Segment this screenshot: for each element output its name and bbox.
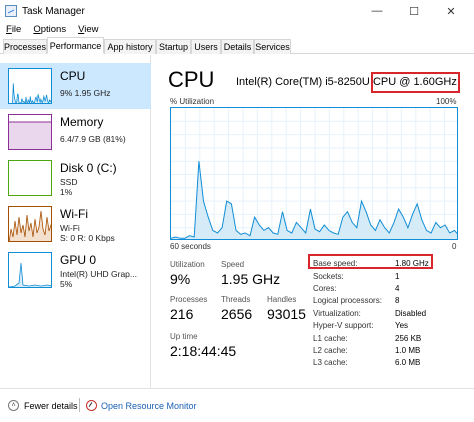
handles-label: Handles bbox=[267, 295, 297, 304]
tab-performance[interactable]: Performance bbox=[47, 37, 104, 54]
sidebar-item-label: Disk 0 (C:) bbox=[60, 161, 117, 175]
fewer-details-button[interactable]: ˄ Fewer details bbox=[8, 400, 78, 411]
utilization-value: 9% bbox=[170, 271, 191, 287]
title-bar: Task Manager — ☐ ✕ bbox=[0, 0, 474, 22]
gpu-thumbnail-line bbox=[9, 262, 51, 287]
spec-label: L3 cache: bbox=[313, 358, 348, 367]
chevron-up-icon: ˄ bbox=[8, 400, 19, 411]
tab-users[interactable]: Users bbox=[191, 39, 221, 54]
spec-value: 4 bbox=[395, 284, 400, 293]
speed-value: 1.95 GHz bbox=[221, 271, 281, 287]
uptime-value: 2:18:44:45 bbox=[170, 343, 237, 359]
sidebar-item-detail: S: 0 R: 0 Kbps bbox=[60, 233, 115, 243]
close-button[interactable]: ✕ bbox=[436, 0, 466, 22]
window-title: Task Manager bbox=[22, 5, 85, 17]
footer-divider bbox=[79, 398, 80, 412]
spec-label: Logical processors: bbox=[313, 296, 382, 305]
menu-view-label: iew bbox=[84, 24, 99, 35]
sidebar-item-wifi[interactable]: Wi-Fi Wi-Fi S: 0 R: 0 Kbps bbox=[0, 201, 151, 247]
spec-value: 1 bbox=[395, 272, 400, 281]
processes-value: 216 bbox=[170, 306, 194, 322]
cpu-utilization-graph bbox=[170, 107, 458, 240]
sidebar-item-detail: Wi-Fi bbox=[60, 223, 80, 233]
memory-thumbnail-fill bbox=[9, 122, 51, 149]
sidebar-item-detail: SSD bbox=[60, 177, 78, 187]
processes-label: Processes bbox=[170, 295, 208, 304]
sidebar-item-detail: 5% bbox=[60, 279, 73, 289]
sidebar-item-detail: 9% 1.95 GHz bbox=[60, 88, 111, 98]
tab-services[interactable]: Services bbox=[254, 39, 291, 54]
threads-value: 2656 bbox=[221, 306, 253, 322]
sidebar-item-label: GPU 0 bbox=[60, 253, 97, 267]
menu-options-label: ptions bbox=[40, 24, 67, 35]
cpu-thumbnail-line bbox=[12, 83, 51, 103]
speed-label: Speed bbox=[221, 260, 245, 269]
wifi-thumbnail bbox=[8, 206, 52, 242]
spec-label: Virtualization: bbox=[313, 309, 361, 318]
spec-label: Hyper-V support: bbox=[313, 321, 374, 330]
fewer-details-label: Fewer details bbox=[24, 400, 78, 411]
sidebar-item-label: Memory bbox=[60, 115, 104, 129]
threads-label: Threads bbox=[221, 295, 251, 304]
maximize-button[interactable]: ☐ bbox=[399, 0, 429, 22]
wifi-thumbnail-line bbox=[9, 210, 51, 241]
page-title: CPU bbox=[168, 67, 215, 92]
graph-ymax: 100% bbox=[436, 97, 457, 106]
task-manager-app-icon bbox=[5, 5, 17, 17]
open-resource-monitor-link[interactable]: Open Resource Monitor bbox=[86, 400, 197, 411]
spec-label: Sockets: bbox=[313, 272, 344, 281]
sidebar-item-label: CPU bbox=[60, 69, 86, 83]
gpu-thumbnail bbox=[8, 252, 52, 288]
sidebar-item-cpu[interactable]: CPU 9% 1.95 GHz bbox=[0, 63, 151, 109]
graph-ylabel: % Utilization bbox=[170, 97, 215, 106]
handles-value: 93015 bbox=[267, 306, 306, 322]
spec-label: L2 cache: bbox=[313, 346, 348, 355]
spec-value: 8 bbox=[395, 296, 400, 305]
tab-processes[interactable]: Processes bbox=[3, 39, 47, 54]
sidebar-item-detail: 1% bbox=[60, 187, 73, 197]
sidebar-item-detail: Intel(R) UHD Grap... bbox=[60, 269, 137, 279]
resource-sidebar: CPU 9% 1.95 GHz Memory 6.4/7.9 GB (81%) … bbox=[0, 55, 151, 388]
menu-file[interactable]: File bbox=[6, 24, 21, 35]
footer-bar: ˄ Fewer details Open Resource Monitor bbox=[0, 388, 474, 422]
open-resource-monitor-label: Open Resource Monitor bbox=[101, 400, 197, 411]
sidebar-item-disk[interactable]: Disk 0 (C:) SSD 1% bbox=[0, 155, 151, 201]
spec-label: Cores: bbox=[313, 284, 337, 293]
uptime-label: Up time bbox=[170, 332, 198, 341]
resource-monitor-icon bbox=[86, 400, 97, 411]
sidebar-item-gpu[interactable]: GPU 0 Intel(R) UHD Grap... 5% bbox=[0, 247, 151, 293]
sidebar-item-label: Wi-Fi bbox=[60, 207, 88, 221]
disk-thumbnail bbox=[8, 160, 52, 196]
cpu-thumbnail bbox=[8, 68, 52, 104]
menu-options[interactable]: Options bbox=[33, 24, 66, 35]
spec-label: L1 cache: bbox=[313, 334, 348, 343]
menu-options-mnemonic: O bbox=[33, 24, 41, 35]
spec-value: Yes bbox=[395, 321, 409, 330]
highlight-annotation-base-speed bbox=[308, 254, 433, 269]
spec-value: 6.0 MB bbox=[395, 358, 421, 367]
graph-ymin: 0 bbox=[452, 242, 457, 251]
spec-value: 1.0 MB bbox=[395, 346, 421, 355]
cpu-model-prefix: Intel(R) Core(TM) i5-8250U bbox=[236, 76, 370, 88]
spec-value: 256 KB bbox=[395, 334, 422, 343]
sidebar-item-memory[interactable]: Memory 6.4/7.9 GB (81%) bbox=[0, 109, 151, 155]
tab-startup[interactable]: Startup bbox=[156, 39, 191, 54]
menu-bar: File Options View bbox=[0, 22, 474, 37]
performance-content: CPU 9% 1.95 GHz Memory 6.4/7.9 GB (81%) … bbox=[0, 55, 474, 388]
menu-file-label: ile bbox=[11, 24, 22, 35]
memory-thumbnail bbox=[8, 114, 52, 150]
sidebar-item-detail: 6.4/7.9 GB (81%) bbox=[60, 134, 126, 144]
tab-app-history[interactable]: App history bbox=[104, 39, 156, 54]
cpu-detail-panel: CPU Intel(R) Core(TM) i5-8250U CPU @ 1.6… bbox=[152, 55, 474, 388]
spec-value: Disabled bbox=[395, 309, 427, 318]
highlight-annotation-model bbox=[371, 72, 460, 93]
minimize-button[interactable]: — bbox=[362, 0, 392, 22]
menu-view[interactable]: View bbox=[78, 24, 98, 35]
tab-strip: Processes Performance App history Startu… bbox=[0, 37, 474, 54]
graph-xlabel: 60 seconds bbox=[170, 242, 211, 251]
utilization-label: Utilization bbox=[170, 260, 205, 269]
tab-details[interactable]: Details bbox=[221, 39, 254, 54]
